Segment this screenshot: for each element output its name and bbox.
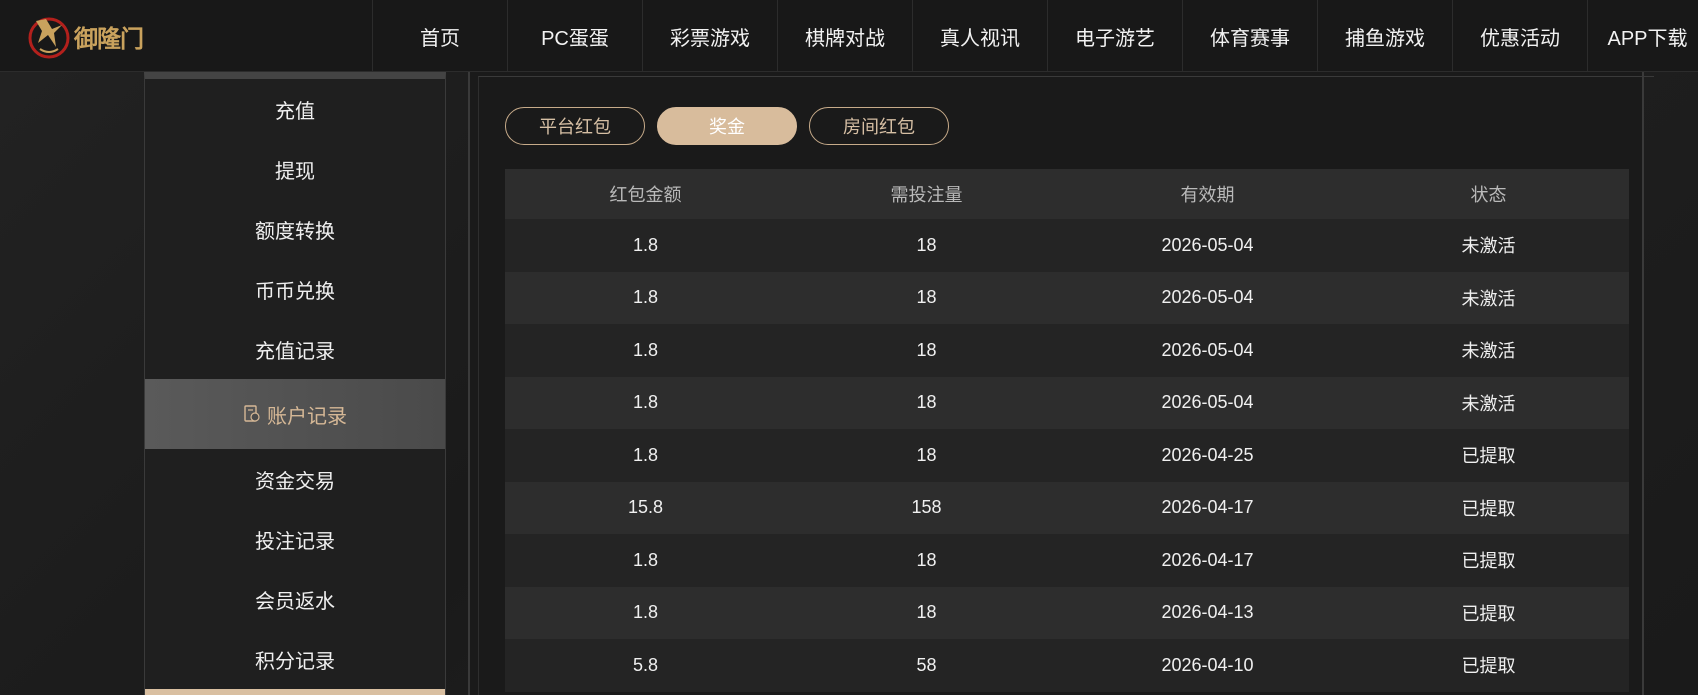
- column-header: 状态: [1470, 185, 1507, 205]
- sidebar-item-6[interactable]: 资金交易: [145, 449, 445, 509]
- main-nav: 首页 PC蛋蛋 彩票游戏 棋牌对战 真人视讯 电子游艺 体育赛事 捕鱼游戏 优惠活动 APP下载: [372, 0, 1698, 72]
- table-cell: 2026-05-04: [1161, 287, 1254, 308]
- sidebar-item-3[interactable]: 币币兑换: [145, 259, 445, 319]
- table-cell: 2026-05-04: [1161, 234, 1254, 255]
- table-cell: 已提取: [1461, 603, 1516, 624]
- nav-item-1[interactable]: PC蛋蛋: [507, 0, 642, 72]
- table-cell: 18: [916, 392, 937, 413]
- table-row: 5.8 58 2026-04-10 已提取: [505, 639, 1629, 692]
- sidebar-item-8[interactable]: 会员返水: [145, 569, 445, 629]
- table-row: 1.8 18 2026-05-04 未激活: [505, 376, 1629, 429]
- bonus-tabs: 平台红包 奖金 房间红包: [505, 107, 961, 145]
- table-cell: 未激活: [1461, 341, 1516, 362]
- table-row: 15.8 158 2026-04-17 已提取: [505, 481, 1629, 534]
- table-cell: 58: [916, 654, 937, 675]
- sidebar-item-label: 账户记录: [267, 405, 347, 428]
- top-navigation-bar: 御隆门 首页 PC蛋蛋 彩票游戏 棋牌对战 真人视讯 电子游艺 体育赛事 捕鱼游戏 优惠活动 AP…: [0, 0, 1698, 72]
- sidebar-item-label: 投注记录: [255, 530, 335, 553]
- table-cell: 1.8: [632, 549, 659, 570]
- table-cell: 1.8: [632, 444, 659, 465]
- table-row: 1.8 18 2026-04-25 已提取: [505, 429, 1629, 482]
- table-cell: 2026-04-17: [1161, 549, 1254, 570]
- tab-1[interactable]: 奖金: [657, 107, 797, 145]
- sidebar-item-label: 币币兑换: [255, 280, 335, 303]
- sidebar-item-0[interactable]: 充值: [145, 79, 445, 139]
- table-body: 1.8 18 2026-05-04 未激活 1.8 18 2026-05-04 未激活 1.8 1…: [505, 219, 1629, 692]
- table-cell: 2026-04-10: [1161, 654, 1254, 675]
- site-logo[interactable]: 御隆门: [26, 10, 146, 62]
- sidebar-item-4[interactable]: 充值记录: [145, 319, 445, 379]
- table-cell: 1.8: [632, 392, 659, 413]
- table-cell: 未激活: [1461, 288, 1516, 309]
- tab-0[interactable]: 平台红包: [505, 107, 645, 145]
- table-row: 1.8 18 2026-05-04 未激活: [505, 324, 1629, 377]
- nav-item-9[interactable]: APP下载: [1587, 0, 1698, 72]
- logo-brand-text: 御隆门: [74, 23, 144, 53]
- table-cell: 1.8: [632, 287, 659, 308]
- table-cell: 18: [916, 287, 937, 308]
- sidebar-item-7[interactable]: 投注记录: [145, 509, 445, 569]
- table-cell: 已提取: [1461, 656, 1516, 677]
- table-cell: 1.8: [632, 602, 659, 623]
- table-cell: 已提取: [1461, 498, 1516, 519]
- sidebar-item-label: 提现: [275, 160, 315, 183]
- table-cell: 2026-04-13: [1161, 602, 1254, 623]
- bonus-table: 红包金额 需投注量 有效期 状态 1.8 18 2026-05-04 未激活 1.8 18 202…: [505, 169, 1629, 692]
- table-row: 1.8 18 2026-05-04 未激活: [505, 271, 1629, 324]
- sidebar-item-5[interactable]: 账户记录: [145, 379, 445, 449]
- table-cell: 18: [916, 549, 937, 570]
- table-cell: 2026-04-25: [1161, 444, 1254, 465]
- table-cell: 18: [916, 602, 937, 623]
- table-row: 1.8 18 2026-04-13 已提取: [505, 586, 1629, 639]
- table-row: 1.8 18 2026-04-17 已提取: [505, 534, 1629, 587]
- table-row: 1.8 18 2026-05-04 未激活: [505, 219, 1629, 272]
- table-cell: 18: [916, 339, 937, 360]
- table-cell: 已提取: [1461, 446, 1516, 467]
- column-header: 红包金额: [609, 185, 682, 205]
- table-cell: 158: [911, 497, 942, 518]
- account-sidebar: 充值提现额度转换币币兑换充值记录账户记录资金交易投注记录会员返水积分记录: [144, 72, 446, 695]
- table-header: 红包金额 需投注量 有效期 状态: [505, 169, 1629, 219]
- table-cell: 未激活: [1461, 393, 1516, 414]
- sidebar-item-label: 积分记录: [255, 650, 335, 673]
- table-cell: 2026-05-04: [1161, 339, 1254, 360]
- table-cell: 2026-05-04: [1161, 392, 1254, 413]
- sidebar-item-2[interactable]: 额度转换: [145, 199, 445, 259]
- sidebar-item-label: 充值: [275, 100, 315, 123]
- nav-item-2[interactable]: 彩票游戏: [642, 0, 777, 72]
- sidebar-item-label: 充值记录: [255, 340, 335, 363]
- table-cell: 18: [916, 444, 937, 465]
- column-header: 需投注量: [890, 185, 963, 205]
- table-cell: 5.8: [632, 654, 659, 675]
- table-cell: 1.8: [632, 234, 659, 255]
- nav-item-5[interactable]: 电子游艺: [1047, 0, 1182, 72]
- logo-emblem-icon: [28, 17, 70, 59]
- table-cell: 2026-04-17: [1161, 497, 1254, 518]
- main-content: 平台红包 奖金 房间红包 红包金额 需投注量 有效期 状态 1.8 18 2026-05-04…: [478, 76, 1654, 695]
- nav-item-4[interactable]: 真人视讯: [912, 0, 1047, 72]
- nav-item-8[interactable]: 优惠活动: [1452, 0, 1587, 72]
- tab-2[interactable]: 房间红包: [809, 107, 949, 145]
- sidebar-item-label: 额度转换: [255, 220, 335, 243]
- table-cell: 未激活: [1461, 236, 1516, 257]
- sidebar-item-label: 资金交易: [255, 470, 335, 493]
- table-cell: 1.8: [632, 339, 659, 360]
- table-cell: 15.8: [627, 497, 664, 518]
- table-cell: 18: [916, 234, 937, 255]
- nav-item-0[interactable]: 首页: [372, 0, 507, 72]
- sidebar-item-label: 会员返水: [255, 590, 335, 613]
- table-cell: 已提取: [1461, 551, 1516, 572]
- sidebar-item-1[interactable]: 提现: [145, 139, 445, 199]
- nav-item-3[interactable]: 棋牌对战: [777, 0, 912, 72]
- nav-item-7[interactable]: 捕鱼游戏: [1317, 0, 1452, 72]
- sidebar-item-9[interactable]: 积分记录: [145, 629, 445, 689]
- main-panel: 平台红包 奖金 房间红包 红包金额 需投注量 有效期 状态 1.8 18 2026-05-04…: [468, 72, 1654, 695]
- sidebar-bottom-accent: [145, 689, 445, 695]
- nav-item-6[interactable]: 体育赛事: [1182, 0, 1317, 72]
- account-record-icon: [244, 405, 260, 422]
- column-header: 有效期: [1180, 185, 1235, 205]
